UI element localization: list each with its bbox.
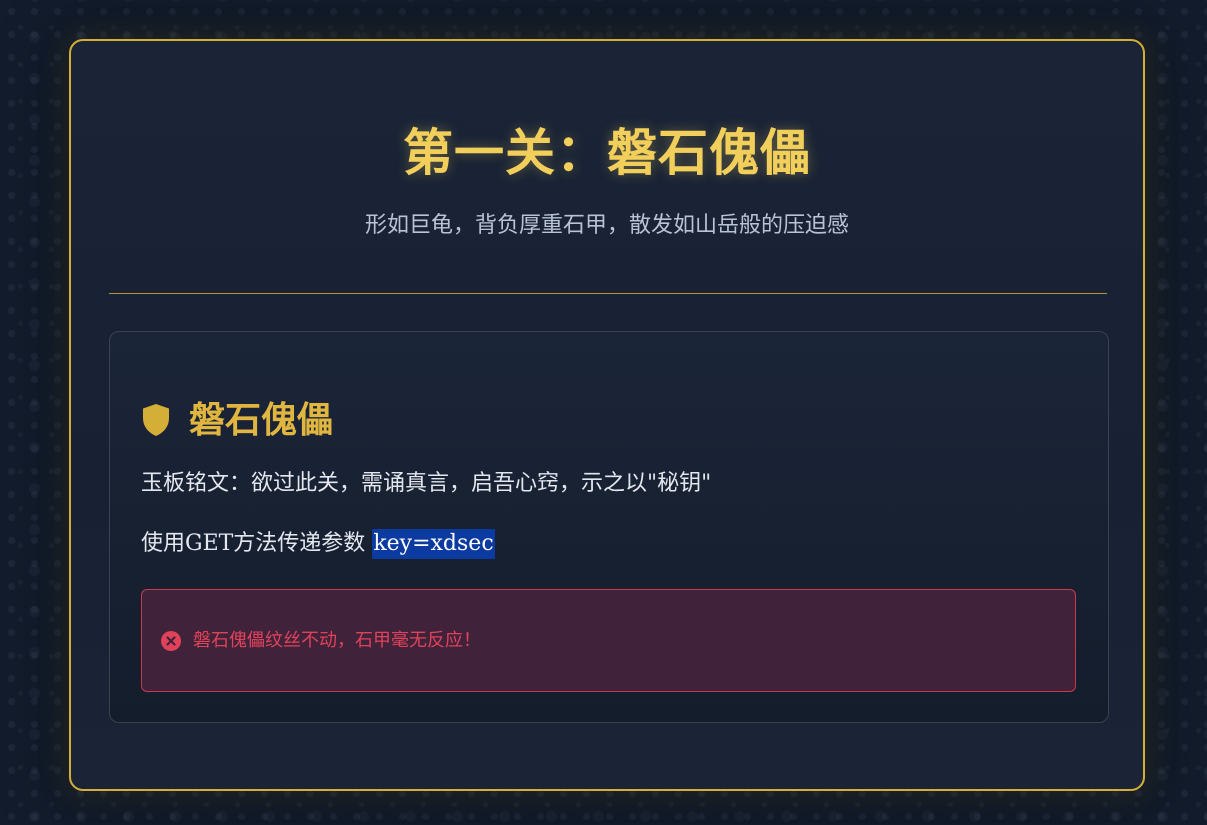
- instruction-line: 使用GET方法传递参数 key=xdsec: [141, 529, 495, 559]
- param-key-text[interactable]: key=xdsec: [372, 529, 495, 559]
- challenge-panel: 磐石傀儡 玉板铭文：欲过此关，需诵真言，启吾心窍，示之以"秘钥" 使用GET方法…: [109, 331, 1109, 723]
- page-title: 第一关：磐石傀儡: [403, 123, 811, 182]
- error-message: 磐石傀儡纹丝不动，石甲毫无反应！: [193, 629, 481, 651]
- panel-heading: 磐石傀儡: [141, 396, 333, 444]
- page-subtitle: 形如巨龟，背负厚重石甲，散发如山岳般的压迫感: [364, 213, 849, 238]
- header-divider: [109, 293, 1107, 294]
- error-circle-icon: [160, 630, 182, 652]
- instruction-text: 使用GET方法传递参数: [141, 531, 373, 556]
- shield-icon: [141, 403, 171, 437]
- inscription-text: 玉板铭文：欲过此关，需诵真言，启吾心窍，示之以"秘钥": [141, 471, 712, 496]
- panel-title: 磐石傀儡: [189, 399, 334, 441]
- error-alert: 磐石傀儡纹丝不动，石甲毫无反应！: [141, 589, 1076, 692]
- level-card: 第一关：磐石傀儡 形如巨龟，背负厚重石甲，散发如山岳般的压迫感 磐石傀儡 玉板铭…: [69, 39, 1145, 791]
